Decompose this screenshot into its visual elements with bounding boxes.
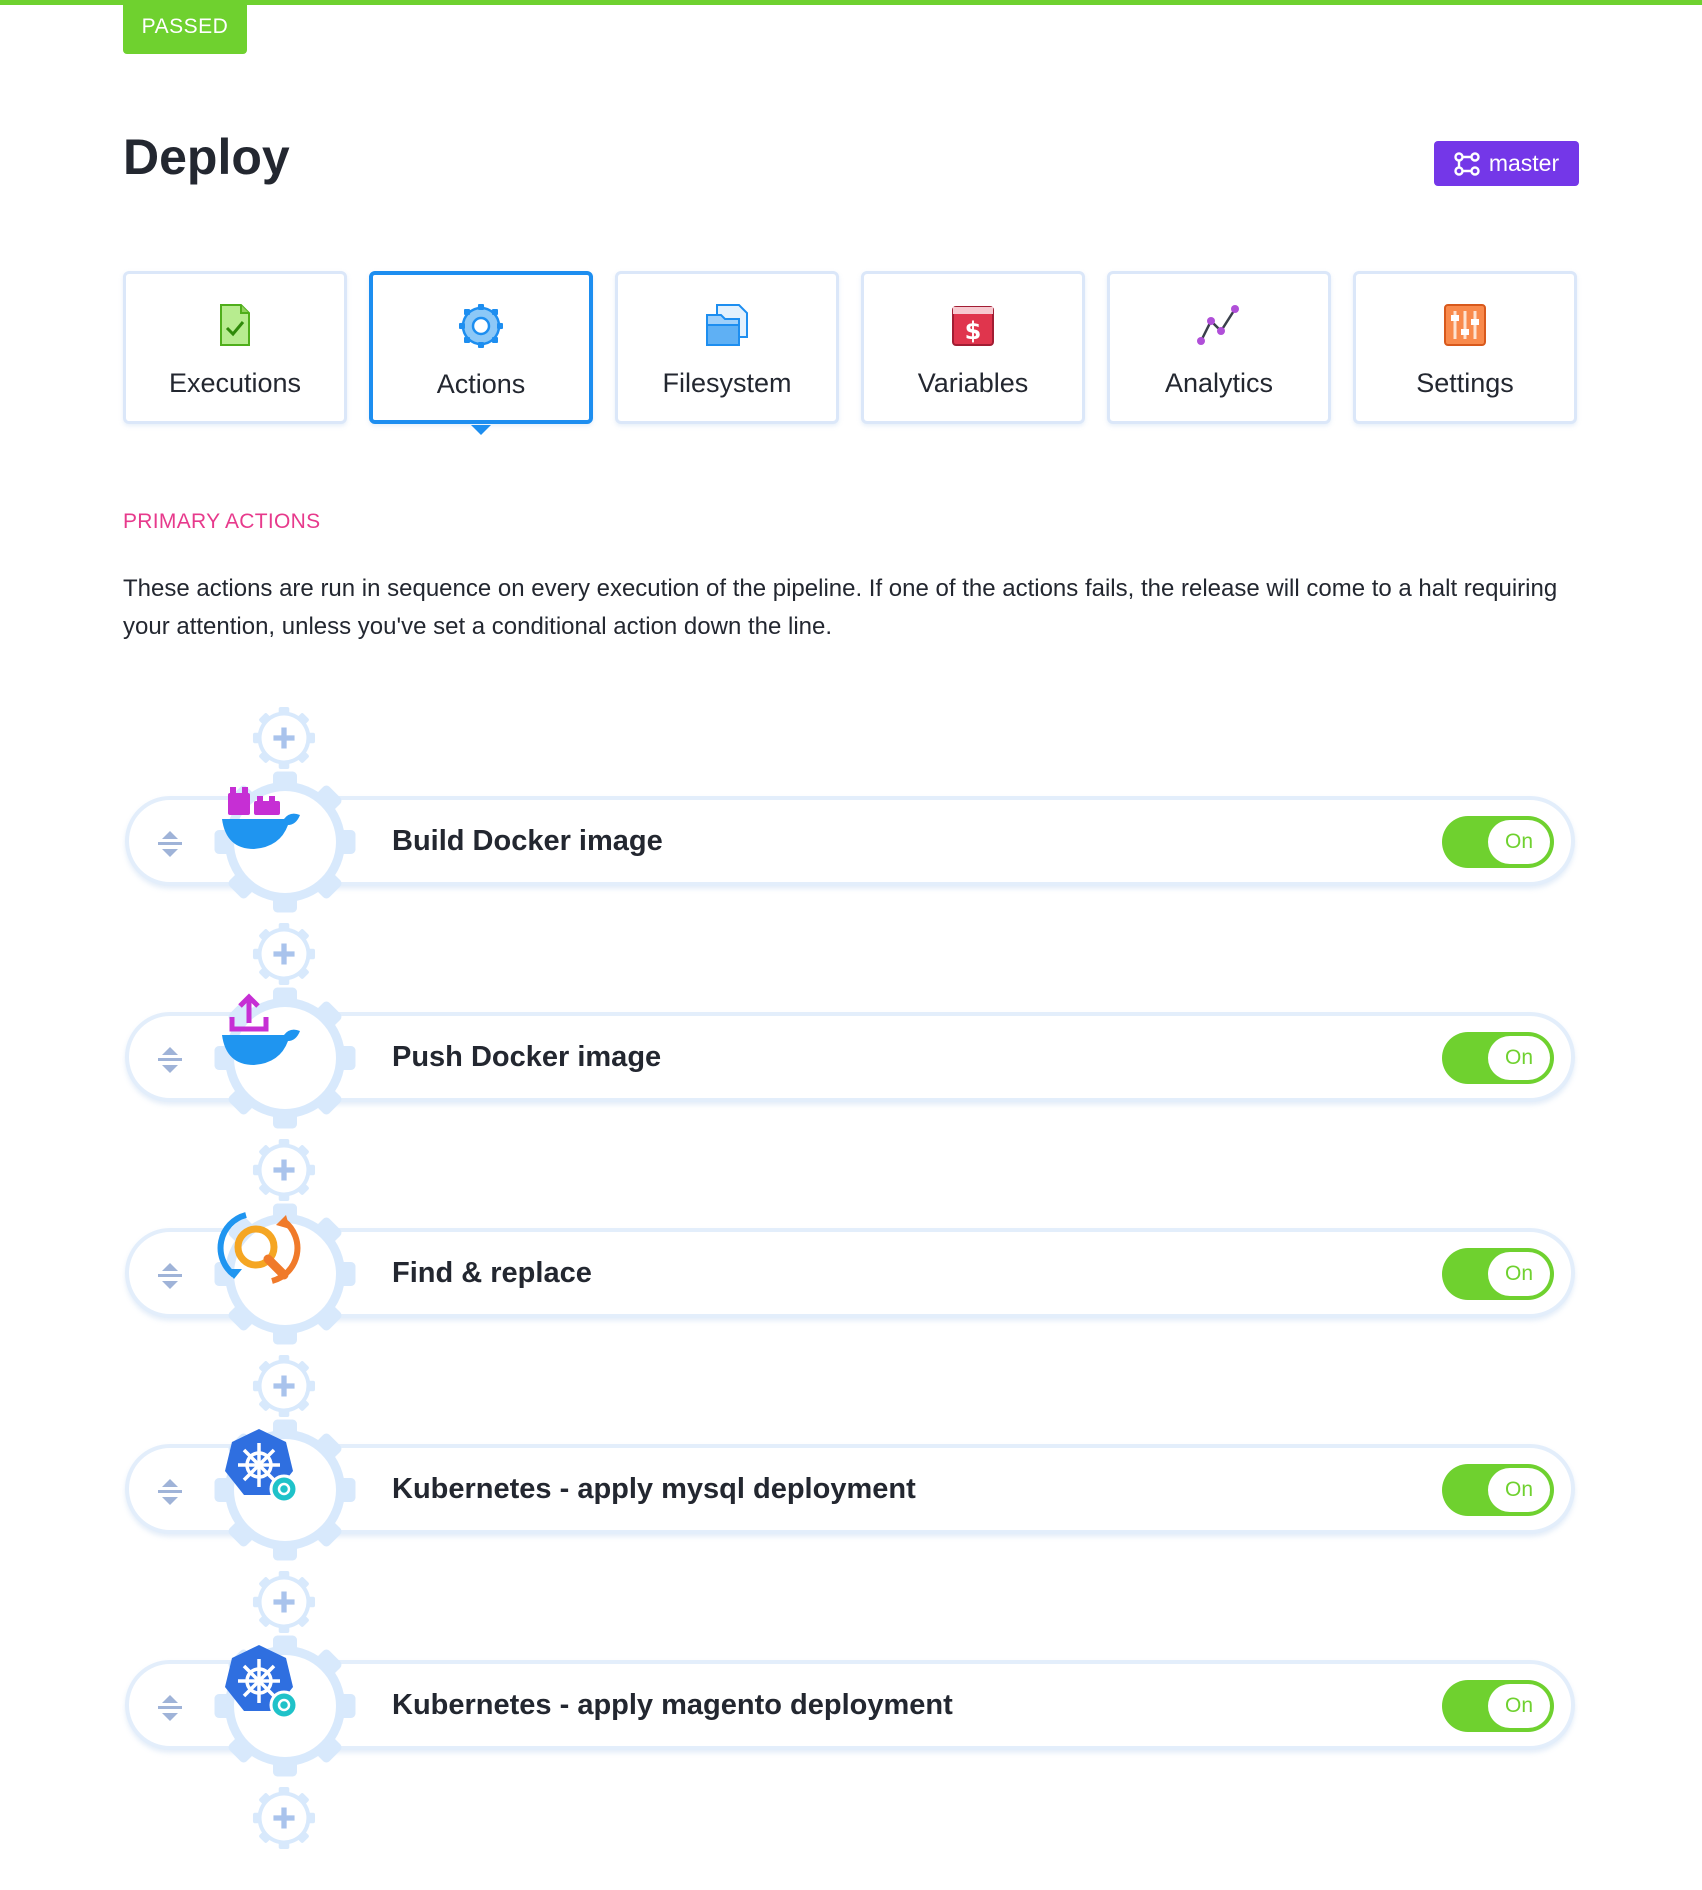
add-action-button[interactable] [251, 705, 317, 771]
action-toggle[interactable]: On [1442, 816, 1554, 868]
action-name: Kubernetes - apply mysql deployment [392, 1473, 916, 1505]
find-replace-icon [217, 1212, 301, 1284]
add-action-button[interactable] [251, 1137, 317, 1203]
status-badge: PASSED [123, 0, 247, 54]
add-gear-icon [251, 1137, 317, 1203]
add-gear-icon [251, 705, 317, 771]
branch-button[interactable]: master [1434, 141, 1579, 186]
action-toggle[interactable]: On [1442, 1680, 1554, 1732]
tab-filesystem[interactable]: Filesystem [615, 271, 839, 424]
action-name: Push Docker image [392, 1041, 662, 1073]
add-action-button[interactable] [251, 1353, 317, 1419]
add-action-button[interactable] [251, 1569, 317, 1635]
action-icon-gear [210, 767, 360, 917]
tab-analytics[interactable]: Analytics [1107, 271, 1331, 424]
action-name: Find & replace [392, 1257, 592, 1289]
tab-executions[interactable]: Executions [123, 271, 347, 424]
action-icon-gear [210, 1199, 360, 1349]
tab-label: Executions [168, 368, 302, 398]
drag-handle-icon[interactable] [156, 1260, 184, 1292]
tab-variables[interactable]: $ Variables [861, 271, 1085, 424]
executions-icon [220, 304, 250, 346]
toggle-label: On [1488, 1468, 1550, 1512]
action-icon-gear [210, 1631, 360, 1781]
action-toggle[interactable]: On [1442, 1464, 1554, 1516]
sliders-icon [1444, 304, 1486, 346]
tab-settings[interactable]: Settings [1353, 271, 1577, 424]
drag-handle-icon[interactable] [156, 828, 184, 860]
add-action-button[interactable] [251, 1785, 317, 1851]
toggle-label: On [1488, 1036, 1550, 1080]
add-gear-icon [251, 1569, 317, 1635]
tab-label: Filesystem [662, 368, 792, 398]
kubernetes-icon [225, 1645, 299, 1720]
section-description: These actions are run in sequence on eve… [123, 575, 1558, 640]
action-name: Build Docker image [392, 825, 663, 857]
toggle-label: On [1488, 820, 1550, 864]
drag-handle-icon[interactable] [156, 1044, 184, 1076]
status-bar [0, 0, 1702, 5]
tab-label: Analytics [1164, 368, 1274, 398]
action-icon-gear [210, 983, 360, 1133]
docker-push-icon [222, 993, 300, 1065]
add-gear-icon [251, 1353, 317, 1419]
tab-label: Actions [436, 369, 526, 399]
svg-text:$: $ [965, 317, 982, 345]
tab-bar: Executions Actions Filesystem $ Variable… [123, 271, 1579, 435]
action-name: Kubernetes - apply magento deployment [392, 1689, 953, 1721]
toggle-label: On [1488, 1252, 1550, 1296]
add-gear-icon [251, 1785, 317, 1851]
action-icon-gear [210, 1415, 360, 1565]
toggle-label: On [1488, 1684, 1550, 1728]
section-title: PRIMARY ACTIONS [123, 510, 321, 533]
kubernetes-icon [225, 1429, 299, 1504]
tab-label: Variables [917, 368, 1029, 398]
branch-icon [1454, 151, 1480, 176]
drag-handle-icon[interactable] [156, 1476, 184, 1508]
active-tab-pointer [471, 425, 491, 435]
drag-handle-icon[interactable] [156, 1692, 184, 1724]
filesystem-icon [706, 304, 748, 346]
docker-build-icon [222, 787, 300, 849]
tab-label: Settings [1416, 368, 1514, 398]
add-action-button[interactable] [251, 921, 317, 987]
branch-label: master [1488, 150, 1560, 176]
add-gear-icon [251, 921, 317, 987]
action-toggle[interactable]: On [1442, 1032, 1554, 1084]
analytics-icon [1197, 305, 1239, 345]
gear-icon [459, 304, 503, 348]
page-title: Deploy [123, 129, 290, 185]
dollar-icon: $ [952, 306, 994, 346]
tab-actions[interactable]: Actions [369, 271, 593, 435]
action-toggle[interactable]: On [1442, 1248, 1554, 1300]
